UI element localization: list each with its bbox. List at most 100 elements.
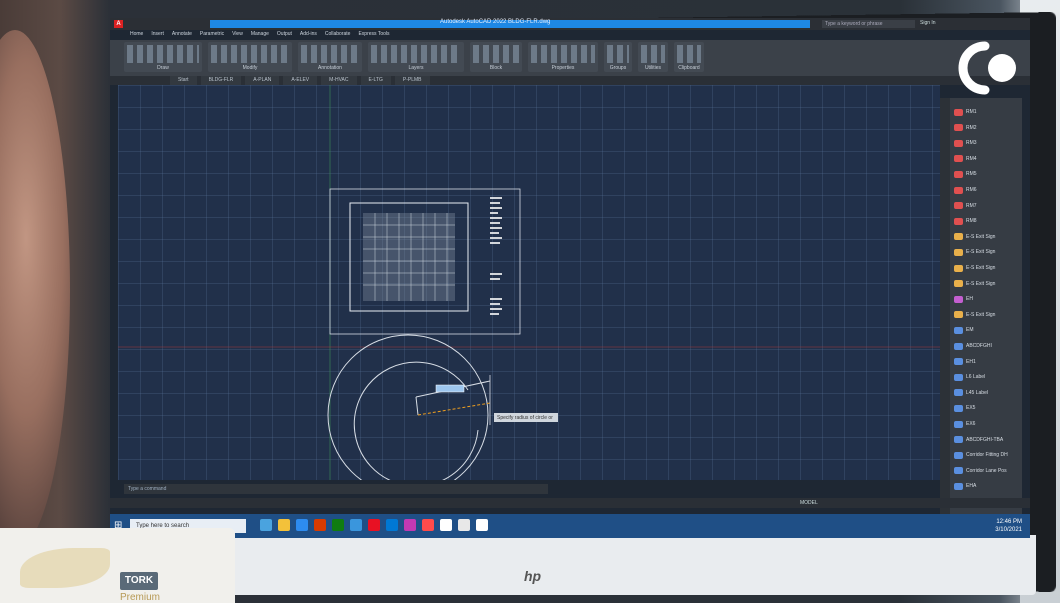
tab-annotate[interactable]: Annotate: [172, 31, 192, 39]
groups-tools-icon[interactable]: [607, 45, 629, 63]
palette-item[interactable]: EHA: [954, 480, 976, 492]
taskbar-app-icon[interactable]: [278, 519, 290, 531]
taskbar-app-icon[interactable]: [260, 519, 272, 531]
palette-item[interactable]: E-S Exit Sign: [954, 262, 995, 274]
drawing-tab[interactable]: P-PLMB: [394, 76, 430, 85]
panel-layers[interactable]: Layers: [368, 42, 464, 72]
palette-item[interactable]: EX6: [954, 418, 975, 430]
palette-item[interactable]: E-S Exit Sign: [954, 309, 995, 321]
drawing-tab[interactable]: A-ELEV: [283, 76, 318, 85]
tab-parametric[interactable]: Parametric: [200, 31, 224, 39]
palette-item[interactable]: RM6: [954, 184, 977, 196]
palette-item[interactable]: EX5: [954, 402, 975, 414]
panel-clipboard[interactable]: Clipboard: [674, 42, 704, 72]
palette-item[interactable]: E-S Exit Sign: [954, 231, 995, 243]
panel-modify[interactable]: Modify: [208, 42, 292, 72]
palette-item[interactable]: RM7: [954, 200, 977, 212]
drawing-tab[interactable]: M-HVAC: [321, 76, 357, 85]
clipboard-tools-icon[interactable]: [677, 45, 701, 63]
palette-item-icon: [954, 389, 963, 397]
ribbon-panels: Draw Modify Annotation Layers Block Prop…: [124, 42, 704, 72]
utilities-tools-icon[interactable]: [641, 45, 665, 63]
palette-item-label: L45 Label: [966, 389, 988, 396]
drawing-tab[interactable]: A-PLAN: [245, 76, 280, 85]
palette-item-label: Corridor Lane Pos: [966, 467, 1007, 474]
palette-item[interactable]: L45 Label: [954, 387, 988, 399]
sign-in-link[interactable]: Sign In: [920, 20, 936, 26]
drawing-tab[interactable]: Start: [170, 76, 197, 85]
drawing-tab[interactable]: BLDG-FLR: [200, 76, 242, 85]
taskbar-app-icon[interactable]: [314, 519, 326, 531]
palette-item[interactable]: Corridor Lane Pos: [954, 465, 1007, 477]
title-bar: A Autodesk AutoCAD 2022 BLDG-FLR.dwg Typ…: [110, 18, 1030, 30]
panel-groups[interactable]: Groups: [604, 42, 632, 72]
floor-plan-sheet[interactable]: [329, 188, 521, 335]
layers-tools-icon[interactable]: [371, 45, 461, 63]
tab-view[interactable]: View: [232, 31, 243, 39]
tab-insert[interactable]: Insert: [151, 31, 164, 39]
model-status[interactable]: MODEL: [800, 500, 818, 506]
taskbar-app-icon[interactable]: [332, 519, 344, 531]
panel-block[interactable]: Block: [470, 42, 522, 72]
modify-tools-icon[interactable]: [211, 45, 289, 63]
tab-collaborate[interactable]: Collaborate: [325, 31, 351, 39]
palette-item[interactable]: E-S Exit Sign: [954, 278, 995, 290]
tab-output[interactable]: Output: [277, 31, 292, 39]
palette-item[interactable]: RM1: [954, 106, 977, 118]
taskbar-app-icon[interactable]: [422, 519, 434, 531]
palette-item[interactable]: EH: [954, 293, 973, 305]
palette-tab-strip[interactable]: [940, 98, 950, 538]
tab-manage[interactable]: Manage: [251, 31, 269, 39]
taskbar-app-icon[interactable]: [386, 519, 398, 531]
hp-logo: hp: [524, 568, 542, 584]
palette-item[interactable]: RM5: [954, 168, 977, 180]
palette-item[interactable]: L6 Label: [954, 371, 985, 383]
panel-annotation[interactable]: Annotation: [298, 42, 362, 72]
palette-item-icon: [954, 202, 963, 210]
annotation-tools-icon[interactable]: [301, 45, 359, 63]
help-search-input[interactable]: Type a keyword or phrase: [822, 20, 915, 28]
taskbar-clock[interactable]: 12:46 PM 3/10/2021: [995, 518, 1022, 534]
taskbar-app-icon[interactable]: [368, 519, 380, 531]
palette-item[interactable]: RM8: [954, 215, 977, 227]
palette-item[interactable]: E-S Exit Sign: [954, 246, 995, 258]
palette-item[interactable]: ABCDFGHI: [954, 340, 992, 352]
palette-item[interactable]: Corridor Fitting DH: [954, 449, 1008, 461]
taskbar-app-icon[interactable]: [404, 519, 416, 531]
windows-taskbar: ⊞ Type here to search 12:46 PM 3/10/2021: [110, 514, 1030, 538]
palette-item-icon: [954, 170, 963, 178]
palette-item-label: EX5: [966, 405, 976, 412]
drawing-canvas[interactable]: Specify radius of circle or: [118, 85, 940, 496]
tab-express[interactable]: Express Tools: [358, 31, 389, 39]
taskbar-app-icon[interactable]: [350, 519, 362, 531]
panel-utilities[interactable]: Utilities: [638, 42, 668, 72]
palette-item[interactable]: EM: [954, 324, 974, 336]
palette-item[interactable]: EH1: [954, 356, 976, 368]
taskbar-app-icon[interactable]: [296, 519, 308, 531]
palette-item[interactable]: RM2: [954, 122, 977, 134]
palette-item[interactable]: ABCDFGHI-TBA: [954, 434, 1003, 446]
palette-item[interactable]: RM4: [954, 153, 977, 165]
draw-tools-icon[interactable]: [127, 45, 199, 63]
monitor-chin: [106, 535, 1036, 595]
properties-tools-icon[interactable]: [531, 45, 595, 63]
tab-home[interactable]: Home: [130, 31, 143, 39]
taskbar-app-icon[interactable]: [440, 519, 452, 531]
palette-item-label: EHA: [966, 483, 977, 490]
circle-drawing[interactable]: [327, 334, 491, 496]
palette-item-label: EH1: [966, 358, 976, 365]
taskbar-app-icon[interactable]: [476, 519, 488, 531]
panel-draw[interactable]: Draw: [124, 42, 202, 72]
palette-item[interactable]: RM3: [954, 137, 977, 149]
tab-addins[interactable]: Add-ins: [300, 31, 317, 39]
command-line-input[interactable]: Type a command: [124, 484, 548, 494]
panel-properties[interactable]: Properties: [528, 42, 598, 72]
layout-tabs[interactable]: [110, 498, 1030, 508]
taskbar-app-icon[interactable]: [458, 519, 470, 531]
palette-item-icon: [954, 264, 963, 272]
block-tools-icon[interactable]: [473, 45, 519, 63]
palette-item-label: RM4: [966, 155, 977, 162]
drawing-tab[interactable]: E-LTG: [360, 76, 391, 85]
app-logo-icon[interactable]: A: [114, 20, 123, 28]
palette-item-label: E-S Exit Sign: [966, 265, 996, 271]
